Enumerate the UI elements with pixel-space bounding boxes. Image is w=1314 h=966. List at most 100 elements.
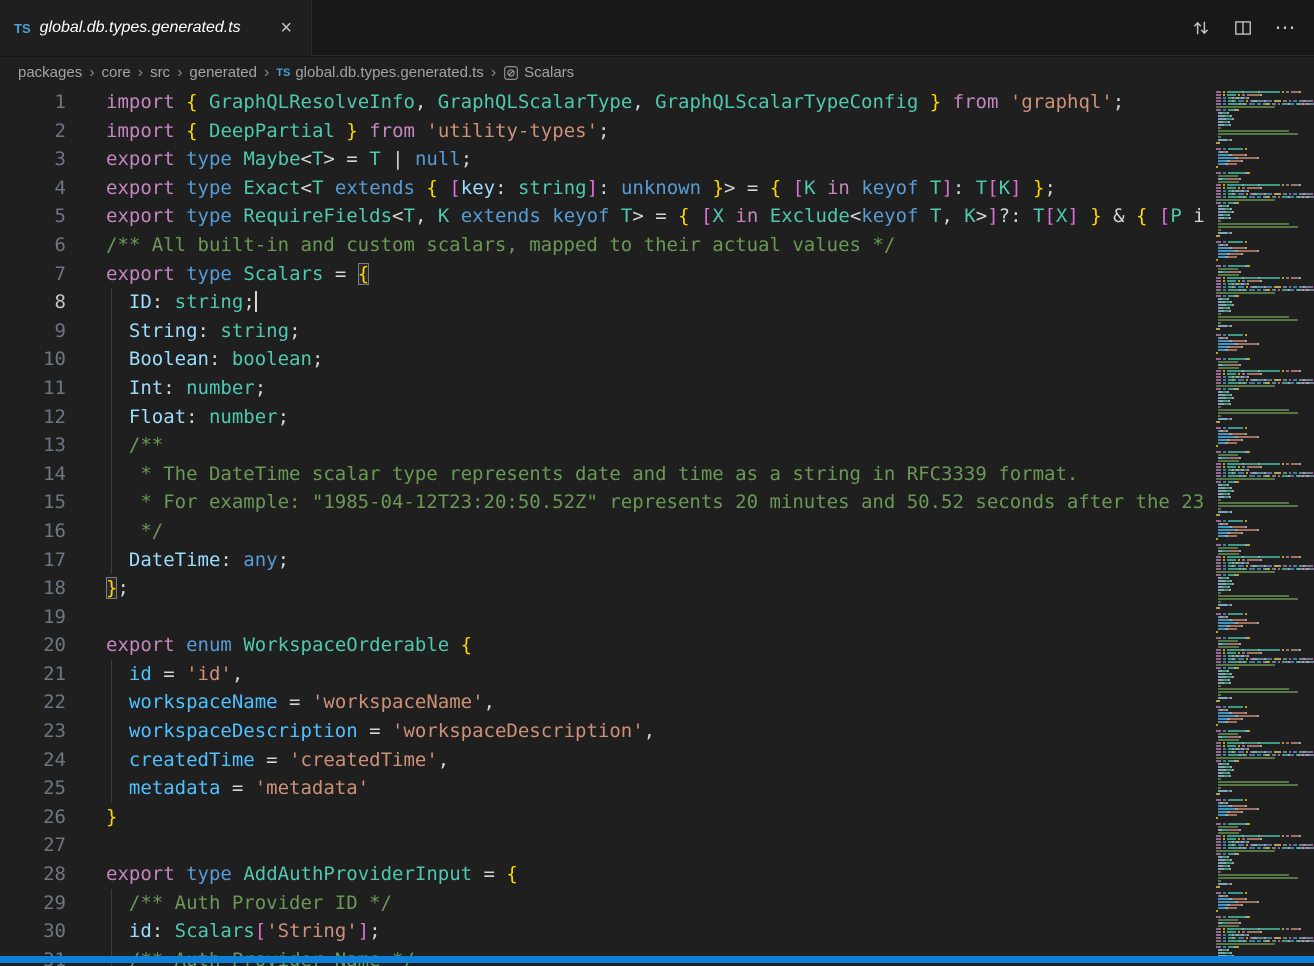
code-line[interactable]: 14 * The DateTime scalar type represents… (0, 460, 1210, 489)
line-number: 22 (0, 688, 66, 717)
code-text: */ (106, 517, 163, 546)
line-number: 29 (0, 889, 66, 918)
code-line[interactable]: 5export type RequireFields<T, K extends … (0, 202, 1210, 231)
split-editor-icon[interactable] (1228, 13, 1258, 43)
line-number: 26 (0, 803, 66, 832)
minimap-content (1216, 91, 1308, 964)
code-line[interactable]: 30 id: Scalars['String']; (0, 917, 1210, 946)
line-number: 20 (0, 631, 66, 660)
code-text: export type Exact<T extends { [key: stri… (106, 174, 1056, 203)
typescript-file-icon: TS (276, 67, 290, 79)
code-line[interactable]: 12 Float: number; (0, 403, 1210, 432)
breadcrumb-item-src[interactable]: src (150, 64, 170, 81)
line-number: 14 (0, 460, 66, 489)
code-line[interactable]: 25 metadata = 'metadata' (0, 774, 1210, 803)
code-line[interactable]: 13 /** (0, 431, 1210, 460)
line-number: 13 (0, 431, 66, 460)
code-line[interactable]: 19 (0, 603, 1210, 632)
line-number: 28 (0, 860, 66, 889)
line-number: 6 (0, 231, 66, 260)
code-line[interactable]: 10 Boolean: boolean; (0, 345, 1210, 374)
line-number: 24 (0, 746, 66, 775)
code-line[interactable]: 23 workspaceDescription = 'workspaceDesc… (0, 717, 1210, 746)
code-text: ID: string; (106, 288, 257, 317)
code-line[interactable]: 29 /** Auth Provider ID */ (0, 889, 1210, 918)
line-number: 11 (0, 374, 66, 403)
line-number: 10 (0, 345, 66, 374)
code-line[interactable]: 9 String: string; (0, 317, 1210, 346)
code-text: import { GraphQLResolveInfo, GraphQLScal… (106, 88, 1124, 117)
code-line[interactable]: 21 id = 'id', (0, 660, 1210, 689)
code-text: Int: number; (106, 374, 266, 403)
code-line[interactable]: 2 import { DeepPartial } from 'utility-ty… (0, 117, 1210, 146)
line-number: 21 (0, 660, 66, 689)
code-line[interactable]: 16 */ (0, 517, 1210, 546)
breadcrumb-item-core[interactable]: core (102, 64, 131, 81)
open-changes-icon[interactable] (1186, 13, 1216, 43)
code-text: String: string; (106, 317, 301, 346)
tab-title: global.db.types.generated.ts (40, 19, 267, 37)
line-number: 8 (0, 288, 66, 317)
line-number: 12 (0, 403, 66, 432)
code-lines: 1 import { GraphQLResolveInfo, GraphQLSca… (0, 88, 1210, 966)
chevron-right-icon: › (264, 64, 269, 82)
line-number: 23 (0, 717, 66, 746)
line-number: 5 (0, 202, 66, 231)
line-number: 1 (0, 88, 66, 117)
code-line[interactable]: 3export type Maybe<T> = T | null; (0, 145, 1210, 174)
line-number: 7 (0, 260, 66, 289)
line-number: 16 (0, 517, 66, 546)
code-text: id = 'id', (106, 660, 243, 689)
code-line[interactable]: 8 ID: string; (0, 288, 1210, 317)
text-cursor (255, 291, 257, 312)
code-text: }; (106, 574, 129, 603)
code-line[interactable]: 24 createdTime = 'createdTime', (0, 746, 1210, 775)
close-tab-icon[interactable]: × (275, 16, 297, 40)
code-text: /** Auth Provider ID */ (106, 889, 392, 918)
breadcrumb-item-scalars[interactable]: Scalars (503, 64, 574, 81)
breadcrumb-item-generated[interactable]: generated (189, 64, 257, 81)
code-text: /** (106, 431, 163, 460)
code-line[interactable]: 17 DateTime: any; (0, 546, 1210, 575)
indent-guide (111, 288, 112, 574)
tab-global-db-types-generated[interactable]: TS global.db.types.generated.ts × (0, 0, 312, 56)
editor-actions: ⋯ (1186, 0, 1314, 55)
code-line[interactable]: 1 import { GraphQLResolveInfo, GraphQLSca… (0, 88, 1210, 117)
code-line[interactable]: 4 export type Exact<T extends { [key: str… (0, 174, 1210, 203)
code-line[interactable]: 20export enum WorkspaceOrderable { (0, 631, 1210, 660)
code-text: createdTime = 'createdTime', (106, 746, 449, 775)
line-number: 30 (0, 917, 66, 946)
chevron-right-icon: › (177, 64, 182, 82)
code-line[interactable]: 7export type Scalars = { (0, 260, 1210, 289)
code-line[interactable]: 28export type AddAuthProviderInput = { (0, 860, 1210, 889)
code-text: Boolean: boolean; (106, 345, 323, 374)
breadcrumb-item-file[interactable]: TS global.db.types.generated.ts (276, 64, 484, 81)
indent-guide (111, 660, 112, 803)
breadcrumb-file-label: global.db.types.generated.ts (295, 64, 483, 81)
line-number: 4 (0, 174, 66, 203)
line-number: 15 (0, 488, 66, 517)
editor[interactable]: 1 import { GraphQLResolveInfo, GraphQLSca… (0, 88, 1210, 966)
code-text: } (106, 803, 117, 832)
more-actions-icon[interactable]: ⋯ (1270, 13, 1300, 43)
breadcrumb-symbol-label: Scalars (524, 64, 574, 81)
line-number: 2 (0, 117, 66, 146)
code-line[interactable]: 6/** All built-in and custom scalars, ma… (0, 231, 1210, 260)
breadcrumb-item-packages[interactable]: packages (18, 64, 82, 81)
code-line[interactable]: 22 workspaceName = 'workspaceName', (0, 688, 1210, 717)
typescript-file-icon: TS (14, 21, 31, 36)
code-text: metadata = 'metadata' (106, 774, 369, 803)
code-text: Float: number; (106, 403, 289, 432)
code-text: workspaceName = 'workspaceName', (106, 688, 495, 717)
minimap[interactable] (1210, 88, 1314, 966)
code-line[interactable]: 26} (0, 803, 1210, 832)
code-line[interactable]: 27 (0, 831, 1210, 860)
code-line[interactable]: 18}; (0, 574, 1210, 603)
chevron-right-icon: › (491, 64, 496, 82)
line-number: 19 (0, 603, 66, 632)
code-line[interactable]: 15 * For example: "1985-04-12T23:20:50.5… (0, 488, 1210, 517)
code-line[interactable]: 11 Int: number; (0, 374, 1210, 403)
symbol-type-icon (503, 65, 519, 81)
code-text: import { DeepPartial } from 'utility-typ… (106, 117, 609, 146)
breadcrumb: packages › core › src › generated › TS g… (0, 57, 1314, 88)
